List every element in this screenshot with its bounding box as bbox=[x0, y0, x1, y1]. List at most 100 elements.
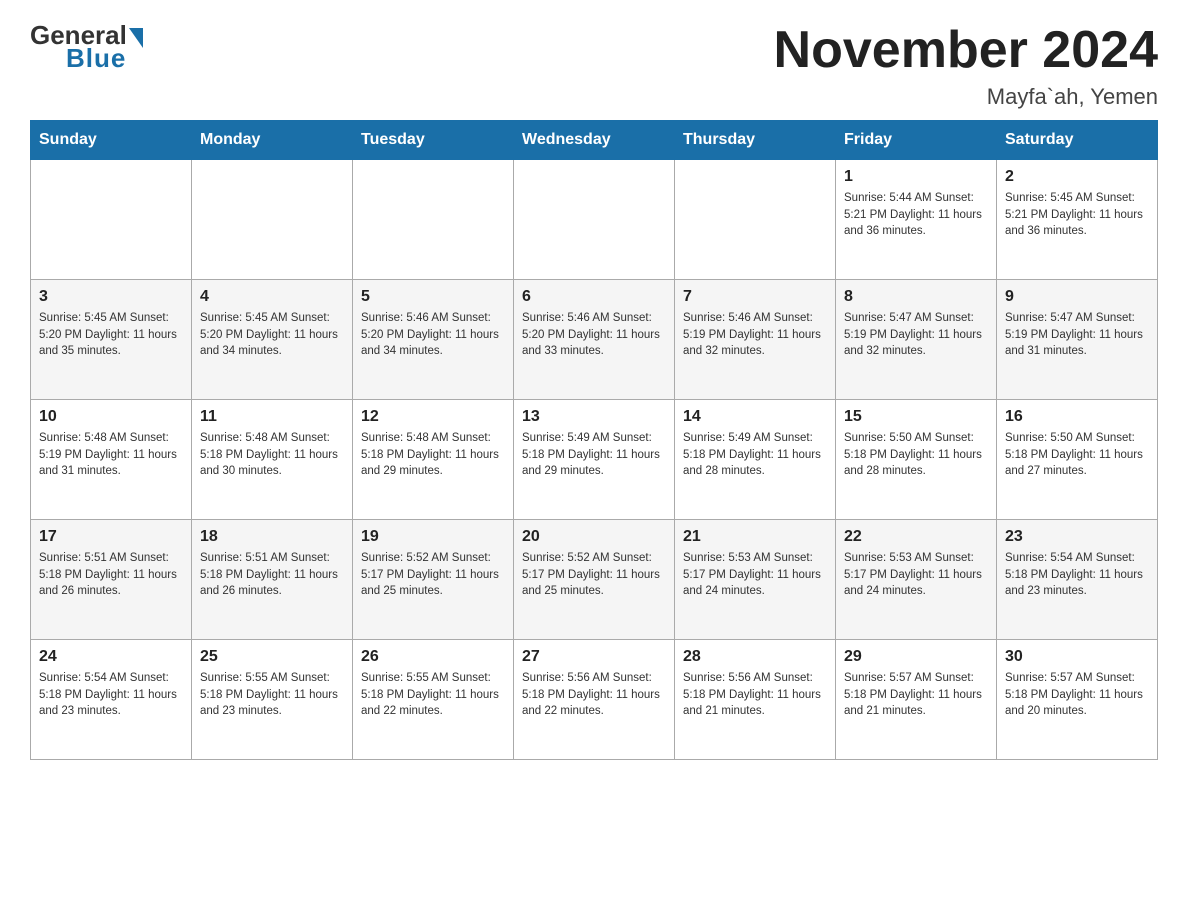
day-number: 30 bbox=[1005, 648, 1149, 666]
calendar-cell: 15 Sunrise: 5:50 AM Sunset: 5:18 PM Dayli… bbox=[836, 400, 997, 520]
day-number: 23 bbox=[1005, 528, 1149, 546]
logo-blue-text: Blue bbox=[66, 43, 126, 74]
calendar-cell: 22Sunrise: 5:53 AM Sunset: 5:17 PM Dayli… bbox=[836, 520, 997, 640]
calendar-cell: 19 Sunrise: 5:52 AM Sunset: 5:17 PM Dayli… bbox=[353, 520, 514, 640]
calendar-cell: 25 Sunrise: 5:55 AM Sunset: 5:18 PM Dayli… bbox=[192, 640, 353, 760]
calendar-cell bbox=[192, 160, 353, 280]
col-sunday: Sunday bbox=[31, 121, 192, 160]
day-info: Sunrise: 5:51 AM Sunset: 5:18 PM Dayligh… bbox=[39, 550, 183, 600]
day-info: Sunrise: 5:54 AM Sunset: 5:18 PM Dayligh… bbox=[1005, 550, 1149, 600]
day-info: Sunrise: 5:46 AM Sunset: 5:20 PM Dayligh… bbox=[361, 310, 505, 360]
calendar-cell bbox=[675, 160, 836, 280]
calendar-cell: 4 Sunrise: 5:45 AM Sunset: 5:20 PM Daylig… bbox=[192, 280, 353, 400]
day-info: Sunrise: 5:54 AM Sunset: 5:18 PM Dayligh… bbox=[39, 670, 183, 720]
day-number: 24 bbox=[39, 648, 183, 666]
day-info: Sunrise: 5:49 AM Sunset: 5:18 PM Dayligh… bbox=[522, 430, 666, 480]
calendar-week-row: 10 Sunrise: 5:48 AM Sunset: 5:19 PM Dayli… bbox=[31, 400, 1158, 520]
calendar-week-row: 1 Sunrise: 5:44 AM Sunset: 5:21 PM Daylig… bbox=[31, 160, 1158, 280]
calendar-cell: 2Sunrise: 5:45 AM Sunset: 5:21 PM Daylig… bbox=[997, 160, 1158, 280]
page-header: General Blue November 2024 Mayfa`ah, Yem… bbox=[30, 20, 1158, 110]
calendar-cell: 29 Sunrise: 5:57 AM Sunset: 5:18 PM Dayli… bbox=[836, 640, 997, 760]
calendar-cell: 13 Sunrise: 5:49 AM Sunset: 5:18 PM Dayli… bbox=[514, 400, 675, 520]
day-number: 15 bbox=[844, 408, 988, 426]
logo-arrow-icon bbox=[129, 28, 143, 48]
calendar-cell: 3 Sunrise: 5:45 AM Sunset: 5:20 PM Daylig… bbox=[31, 280, 192, 400]
location-title: Mayfa`ah, Yemen bbox=[774, 84, 1158, 110]
day-info: Sunrise: 5:55 AM Sunset: 5:18 PM Dayligh… bbox=[361, 670, 505, 720]
day-info: Sunrise: 5:46 AM Sunset: 5:20 PM Dayligh… bbox=[522, 310, 666, 360]
calendar-cell: 7 Sunrise: 5:46 AM Sunset: 5:19 PM Daylig… bbox=[675, 280, 836, 400]
title-block: November 2024 Mayfa`ah, Yemen bbox=[774, 20, 1158, 110]
calendar-cell: 30Sunrise: 5:57 AM Sunset: 5:18 PM Dayli… bbox=[997, 640, 1158, 760]
calendar-cell: 14Sunrise: 5:49 AM Sunset: 5:18 PM Dayli… bbox=[675, 400, 836, 520]
calendar-cell: 28 Sunrise: 5:56 AM Sunset: 5:18 PM Dayli… bbox=[675, 640, 836, 760]
day-number: 28 bbox=[683, 648, 827, 666]
day-number: 25 bbox=[200, 648, 344, 666]
col-monday: Monday bbox=[192, 121, 353, 160]
col-wednesday: Wednesday bbox=[514, 121, 675, 160]
day-number: 7 bbox=[683, 288, 827, 306]
col-thursday: Thursday bbox=[675, 121, 836, 160]
calendar-cell: 26 Sunrise: 5:55 AM Sunset: 5:18 PM Dayli… bbox=[353, 640, 514, 760]
day-number: 1 bbox=[844, 168, 988, 186]
day-number: 11 bbox=[200, 408, 344, 426]
calendar-cell: 16 Sunrise: 5:50 AM Sunset: 5:18 PM Dayli… bbox=[997, 400, 1158, 520]
day-info: Sunrise: 5:46 AM Sunset: 5:19 PM Dayligh… bbox=[683, 310, 827, 360]
day-number: 5 bbox=[361, 288, 505, 306]
day-number: 3 bbox=[39, 288, 183, 306]
calendar-cell bbox=[353, 160, 514, 280]
day-number: 6 bbox=[522, 288, 666, 306]
day-info: Sunrise: 5:57 AM Sunset: 5:18 PM Dayligh… bbox=[844, 670, 988, 720]
col-friday: Friday bbox=[836, 121, 997, 160]
calendar-cell: 5 Sunrise: 5:46 AM Sunset: 5:20 PM Daylig… bbox=[353, 280, 514, 400]
day-info: Sunrise: 5:56 AM Sunset: 5:18 PM Dayligh… bbox=[522, 670, 666, 720]
calendar-cell: 9Sunrise: 5:47 AM Sunset: 5:19 PM Daylig… bbox=[997, 280, 1158, 400]
calendar-week-row: 24 Sunrise: 5:54 AM Sunset: 5:18 PM Dayli… bbox=[31, 640, 1158, 760]
month-title: November 2024 bbox=[774, 20, 1158, 80]
logo: General Blue bbox=[30, 20, 143, 74]
day-info: Sunrise: 5:50 AM Sunset: 5:18 PM Dayligh… bbox=[844, 430, 988, 480]
day-number: 18 bbox=[200, 528, 344, 546]
day-info: Sunrise: 5:55 AM Sunset: 5:18 PM Dayligh… bbox=[200, 670, 344, 720]
day-number: 16 bbox=[1005, 408, 1149, 426]
day-number: 21 bbox=[683, 528, 827, 546]
day-info: Sunrise: 5:50 AM Sunset: 5:18 PM Dayligh… bbox=[1005, 430, 1149, 480]
calendar-cell: 23 Sunrise: 5:54 AM Sunset: 5:18 PM Dayli… bbox=[997, 520, 1158, 640]
calendar-cell: 20 Sunrise: 5:52 AM Sunset: 5:17 PM Dayli… bbox=[514, 520, 675, 640]
day-number: 8 bbox=[844, 288, 988, 306]
day-number: 20 bbox=[522, 528, 666, 546]
day-info: Sunrise: 5:47 AM Sunset: 5:19 PM Dayligh… bbox=[1005, 310, 1149, 360]
day-number: 17 bbox=[39, 528, 183, 546]
calendar-cell: 10 Sunrise: 5:48 AM Sunset: 5:19 PM Dayli… bbox=[31, 400, 192, 520]
day-number: 12 bbox=[361, 408, 505, 426]
day-info: Sunrise: 5:51 AM Sunset: 5:18 PM Dayligh… bbox=[200, 550, 344, 600]
day-info: Sunrise: 5:48 AM Sunset: 5:19 PM Dayligh… bbox=[39, 430, 183, 480]
calendar-cell: 21Sunrise: 5:53 AM Sunset: 5:17 PM Dayli… bbox=[675, 520, 836, 640]
day-info: Sunrise: 5:44 AM Sunset: 5:21 PM Dayligh… bbox=[844, 190, 988, 240]
day-info: Sunrise: 5:53 AM Sunset: 5:17 PM Dayligh… bbox=[844, 550, 988, 600]
day-info: Sunrise: 5:45 AM Sunset: 5:20 PM Dayligh… bbox=[200, 310, 344, 360]
calendar-cell: 1 Sunrise: 5:44 AM Sunset: 5:21 PM Daylig… bbox=[836, 160, 997, 280]
col-tuesday: Tuesday bbox=[353, 121, 514, 160]
day-number: 10 bbox=[39, 408, 183, 426]
day-number: 14 bbox=[683, 408, 827, 426]
calendar-cell: 17 Sunrise: 5:51 AM Sunset: 5:18 PM Dayli… bbox=[31, 520, 192, 640]
calendar-cell: 8 Sunrise: 5:47 AM Sunset: 5:19 PM Daylig… bbox=[836, 280, 997, 400]
day-number: 2 bbox=[1005, 168, 1149, 186]
day-number: 13 bbox=[522, 408, 666, 426]
calendar-week-row: 3 Sunrise: 5:45 AM Sunset: 5:20 PM Daylig… bbox=[31, 280, 1158, 400]
col-saturday: Saturday bbox=[997, 121, 1158, 160]
day-number: 19 bbox=[361, 528, 505, 546]
day-info: Sunrise: 5:47 AM Sunset: 5:19 PM Dayligh… bbox=[844, 310, 988, 360]
day-info: Sunrise: 5:56 AM Sunset: 5:18 PM Dayligh… bbox=[683, 670, 827, 720]
day-info: Sunrise: 5:45 AM Sunset: 5:20 PM Dayligh… bbox=[39, 310, 183, 360]
calendar-table: Sunday Monday Tuesday Wednesday Thursday… bbox=[30, 120, 1158, 760]
day-info: Sunrise: 5:52 AM Sunset: 5:17 PM Dayligh… bbox=[522, 550, 666, 600]
calendar-header-row: Sunday Monday Tuesday Wednesday Thursday… bbox=[31, 121, 1158, 160]
day-info: Sunrise: 5:48 AM Sunset: 5:18 PM Dayligh… bbox=[361, 430, 505, 480]
calendar-cell: 24 Sunrise: 5:54 AM Sunset: 5:18 PM Dayli… bbox=[31, 640, 192, 760]
day-number: 26 bbox=[361, 648, 505, 666]
day-number: 29 bbox=[844, 648, 988, 666]
day-number: 4 bbox=[200, 288, 344, 306]
day-info: Sunrise: 5:52 AM Sunset: 5:17 PM Dayligh… bbox=[361, 550, 505, 600]
